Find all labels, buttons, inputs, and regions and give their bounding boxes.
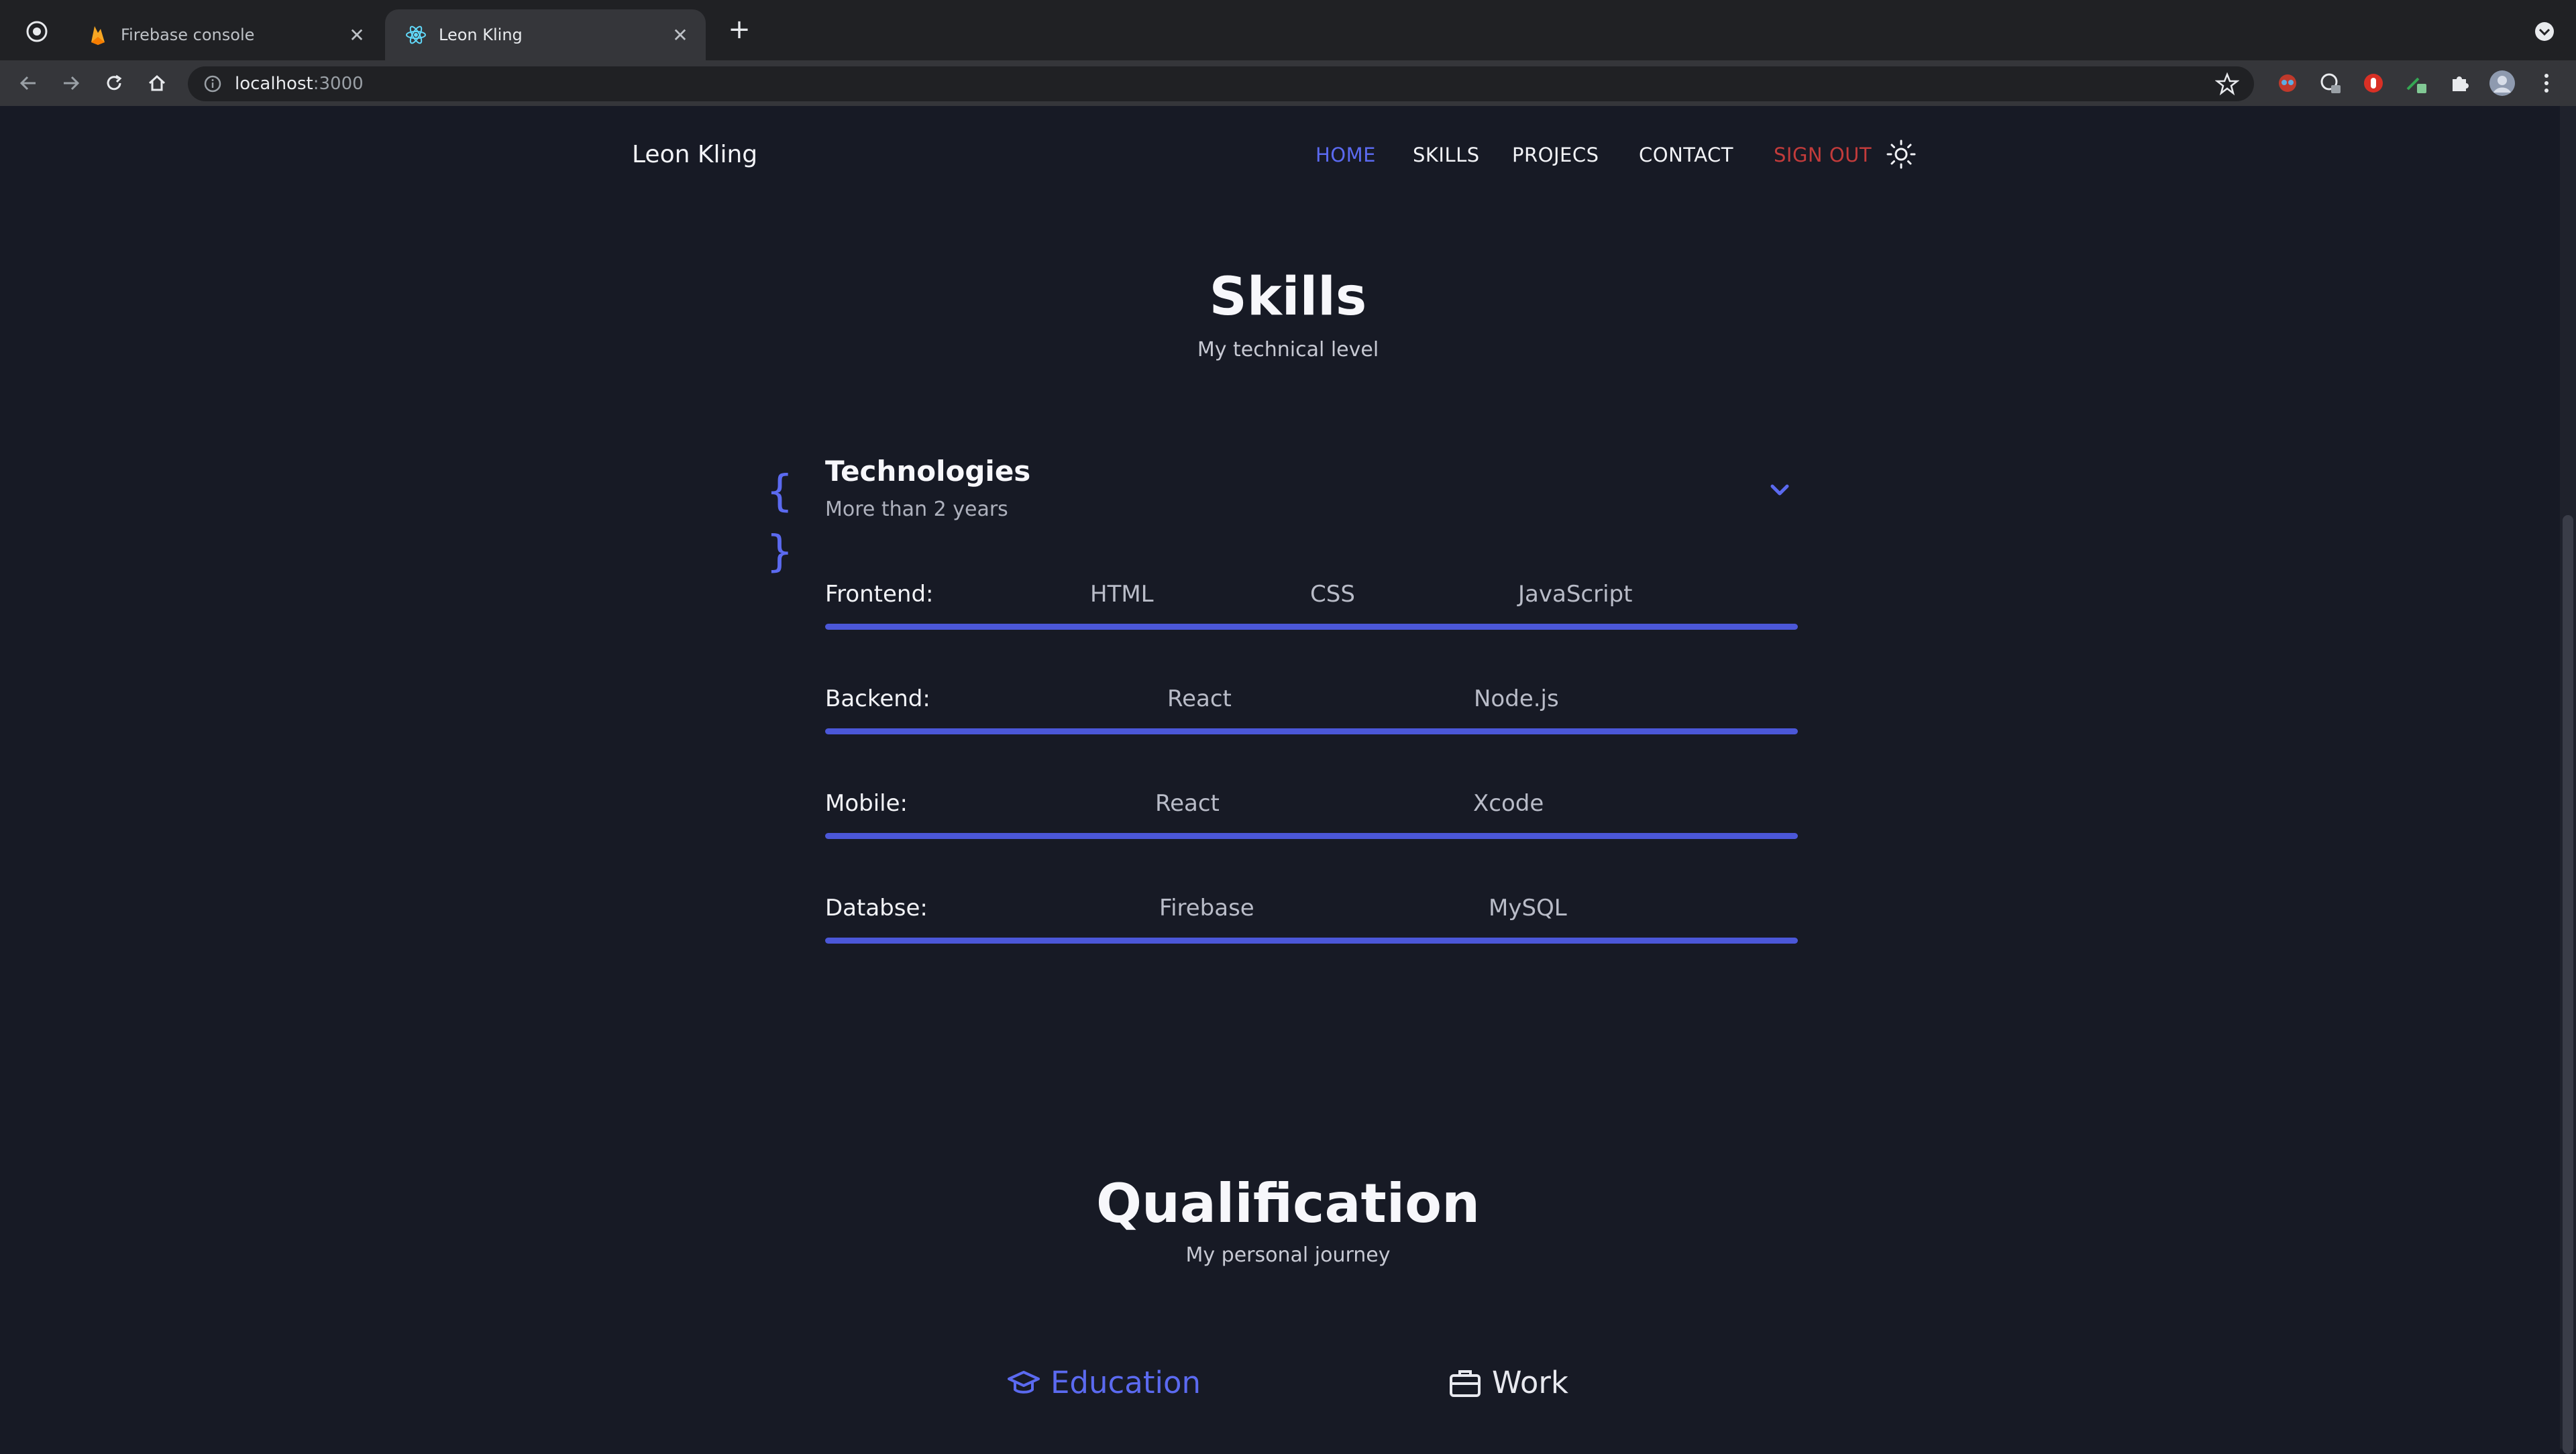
skill-bar [825,938,1798,944]
tab-work-label: Work [1492,1365,1568,1400]
forward-icon[interactable] [56,68,86,98]
site-brand[interactable]: Leon Kling [632,141,757,168]
extension-lens-icon[interactable] [2317,70,2344,97]
back-icon[interactable] [13,68,43,98]
page-viewport: Leon Kling HOME SKILLS PROJECS CONTACT S… [0,106,2576,1454]
extensions-puzzle-icon[interactable] [2446,70,2473,97]
skill-bar [825,833,1798,839]
bookmark-star-icon[interactable] [2214,72,2240,96]
tab-firebase-console[interactable]: Firebase console ✕ [67,9,382,60]
braces-icon: { } [767,467,793,577]
extension-glasses-icon[interactable] [2274,70,2301,97]
tab-strip: Firebase console ✕ Leon Kling ✕ + [0,0,2576,60]
skill-row-label: Mobile: [825,790,908,817]
tab-education[interactable]: Education [1006,1365,1201,1400]
qualification-title: Qualification [1095,1172,1481,1235]
nav-projects[interactable]: PROJECS [1512,144,1599,166]
close-tab-icon[interactable]: ✕ [668,23,692,47]
close-tab-icon[interactable]: ✕ [345,23,369,47]
firebase-icon [87,24,109,46]
address-bar[interactable]: localhost:3000 [188,66,2254,101]
skill-item: React [1167,685,1232,712]
url-port: :3000 [313,74,364,94]
reload-icon[interactable] [99,68,129,98]
nav-sign-out[interactable]: SIGN OUT [1774,144,1872,166]
skills-subtitle: My technical level [1197,338,1379,361]
skill-item: CSS [1310,581,1355,608]
scrollbar-track[interactable] [2560,106,2576,1454]
chrome-menu-icon[interactable] [25,20,48,43]
nav-home[interactable]: HOME [1316,144,1376,166]
profile-avatar-icon[interactable] [2489,70,2516,97]
skill-row-label: Databse: [825,895,928,921]
skill-row-label: Backend: [825,685,930,712]
new-tab-button[interactable]: + [723,13,755,46]
home-icon[interactable] [142,68,172,98]
briefcase-icon [1448,1365,1483,1400]
site-info-icon[interactable] [203,74,223,94]
tab-title: Leon Kling [439,25,523,44]
url-host: localhost [235,74,313,94]
skill-bar [825,728,1798,734]
browser-menu-icon[interactable] [2533,70,2560,97]
url-text[interactable]: localhost:3000 [235,74,364,94]
nav-contact[interactable]: CONTACT [1639,144,1733,166]
technologies-subtitle: More than 2 years [825,498,1008,521]
skill-bar [825,624,1798,630]
skill-item: React [1155,790,1220,817]
skill-item: MySQL [1489,895,1567,921]
skill-item: HTML [1090,581,1154,608]
tab-title: Firebase console [121,25,255,44]
tab-education-label: Education [1051,1365,1201,1400]
react-icon [405,24,427,46]
theme-toggle-sun-icon[interactable] [1885,138,1917,170]
scrollbar-thumb[interactable] [2563,515,2573,1454]
skill-row-label: Frontend: [825,581,934,608]
skill-item: JavaScript [1518,581,1633,608]
chevron-down-icon[interactable] [1763,473,1796,507]
tab-leon-kling[interactable]: Leon Kling ✕ [385,9,706,60]
skills-title: Skills [1209,267,1367,327]
skill-item: Node.js [1474,685,1559,712]
extension-pen-icon[interactable] [2403,70,2430,97]
graduation-cap-icon [1006,1365,1041,1400]
browser-toolbar: localhost:3000 [0,60,2576,106]
qualification-subtitle: My personal journey [1185,1243,1391,1267]
skill-item: Firebase [1159,895,1254,921]
technologies-title[interactable]: Technologies [825,455,1030,488]
tab-work[interactable]: Work [1448,1365,1568,1400]
extension-hand-icon[interactable] [2360,70,2387,97]
nav-skills[interactable]: SKILLS [1413,144,1480,166]
tab-search-icon[interactable] [2533,20,2556,43]
browser-chrome: Firebase console ✕ Leon Kling ✕ + localh… [0,0,2576,106]
skill-item: Xcode [1473,790,1544,817]
